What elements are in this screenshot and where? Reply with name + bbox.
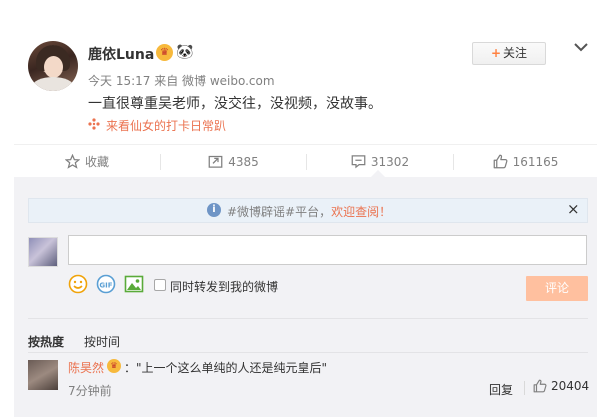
comment-separator xyxy=(524,381,525,395)
follow-label: 关注 xyxy=(503,46,528,60)
comment-input[interactable] xyxy=(68,235,587,265)
author-avatar[interactable] xyxy=(28,41,78,91)
repost-icon xyxy=(208,155,223,168)
avatar-face xyxy=(44,56,63,78)
topic-link[interactable]: 来看仙女的打卡日常趴 xyxy=(106,117,226,134)
notice-link[interactable]: 欢迎查阅！ xyxy=(331,205,391,219)
tab-sort-time[interactable]: 按时间 xyxy=(84,333,120,350)
gif-icon[interactable]: GIF xyxy=(96,274,116,294)
reply-button[interactable]: 回复 xyxy=(489,381,513,398)
post-text: 一直很尊重吴老师，没交往，没视频，没故事。 xyxy=(88,96,382,112)
action-bar: 收藏 4385 31302 161165 xyxy=(14,144,597,177)
image-icon[interactable] xyxy=(124,274,144,294)
like-count: 161165 xyxy=(512,154,559,169)
svg-text:GIF: GIF xyxy=(99,282,112,290)
like-button[interactable]: 161165 xyxy=(454,145,597,178)
forward-label[interactable]: 同时转发到我的微博 xyxy=(170,278,278,295)
current-user-avatar[interactable] xyxy=(28,237,58,267)
avatar-shoulder xyxy=(32,77,74,91)
divider xyxy=(28,352,588,353)
sparkle-icon xyxy=(88,118,100,130)
comment-icon xyxy=(351,155,366,169)
favorite-label: 收藏 xyxy=(84,155,109,169)
panda-badge-icon[interactable]: 🐼 xyxy=(176,43,194,61)
plus-icon: + xyxy=(490,46,502,60)
submit-comment-button[interactable]: 评论 xyxy=(526,276,588,301)
comment-count: 31302 xyxy=(370,154,410,169)
post-meta[interactable]: 今天 15:17 来自 微博 weibo.com xyxy=(88,72,275,89)
comment-text: ："上一个这么单纯的人还是纯元皇后" xyxy=(124,361,328,375)
comment-like-button[interactable]: 20404 xyxy=(533,379,589,393)
vip-crown-icon[interactable]: ♛ xyxy=(156,44,173,61)
divider xyxy=(28,318,588,319)
follow-button[interactable]: + 关注 xyxy=(472,42,546,65)
tab-sort-hot[interactable]: 按热度 xyxy=(28,333,64,350)
forward-checkbox[interactable] xyxy=(154,279,166,291)
emoji-icon[interactable] xyxy=(68,274,88,294)
comment-caret xyxy=(371,170,385,177)
author-name[interactable]: 鹿依Luna xyxy=(88,44,154,64)
commenter-avatar[interactable] xyxy=(28,360,58,390)
vip-crown-icon[interactable]: ♛ xyxy=(107,359,121,373)
commenter-name[interactable]: 陈昊然 xyxy=(68,359,104,376)
comment-time: 7分钟前 xyxy=(68,384,112,398)
info-icon: i xyxy=(207,203,221,217)
notice-text: #微博辟谣#平台，欢迎查阅！ xyxy=(227,203,391,220)
comment-like-count: 20404 xyxy=(551,379,590,393)
close-icon[interactable]: × xyxy=(567,201,580,217)
repost-button[interactable]: 4385 xyxy=(161,145,306,178)
chevron-down-icon[interactable] xyxy=(573,40,589,54)
thumbs-up-icon xyxy=(533,379,547,393)
repost-count: 4385 xyxy=(228,154,259,169)
thumbs-up-icon xyxy=(493,154,508,169)
favorite-button[interactable]: 收藏 xyxy=(14,145,160,178)
notice-prefix: #微博辟谣#平台， xyxy=(227,205,332,219)
star-icon xyxy=(64,154,80,169)
